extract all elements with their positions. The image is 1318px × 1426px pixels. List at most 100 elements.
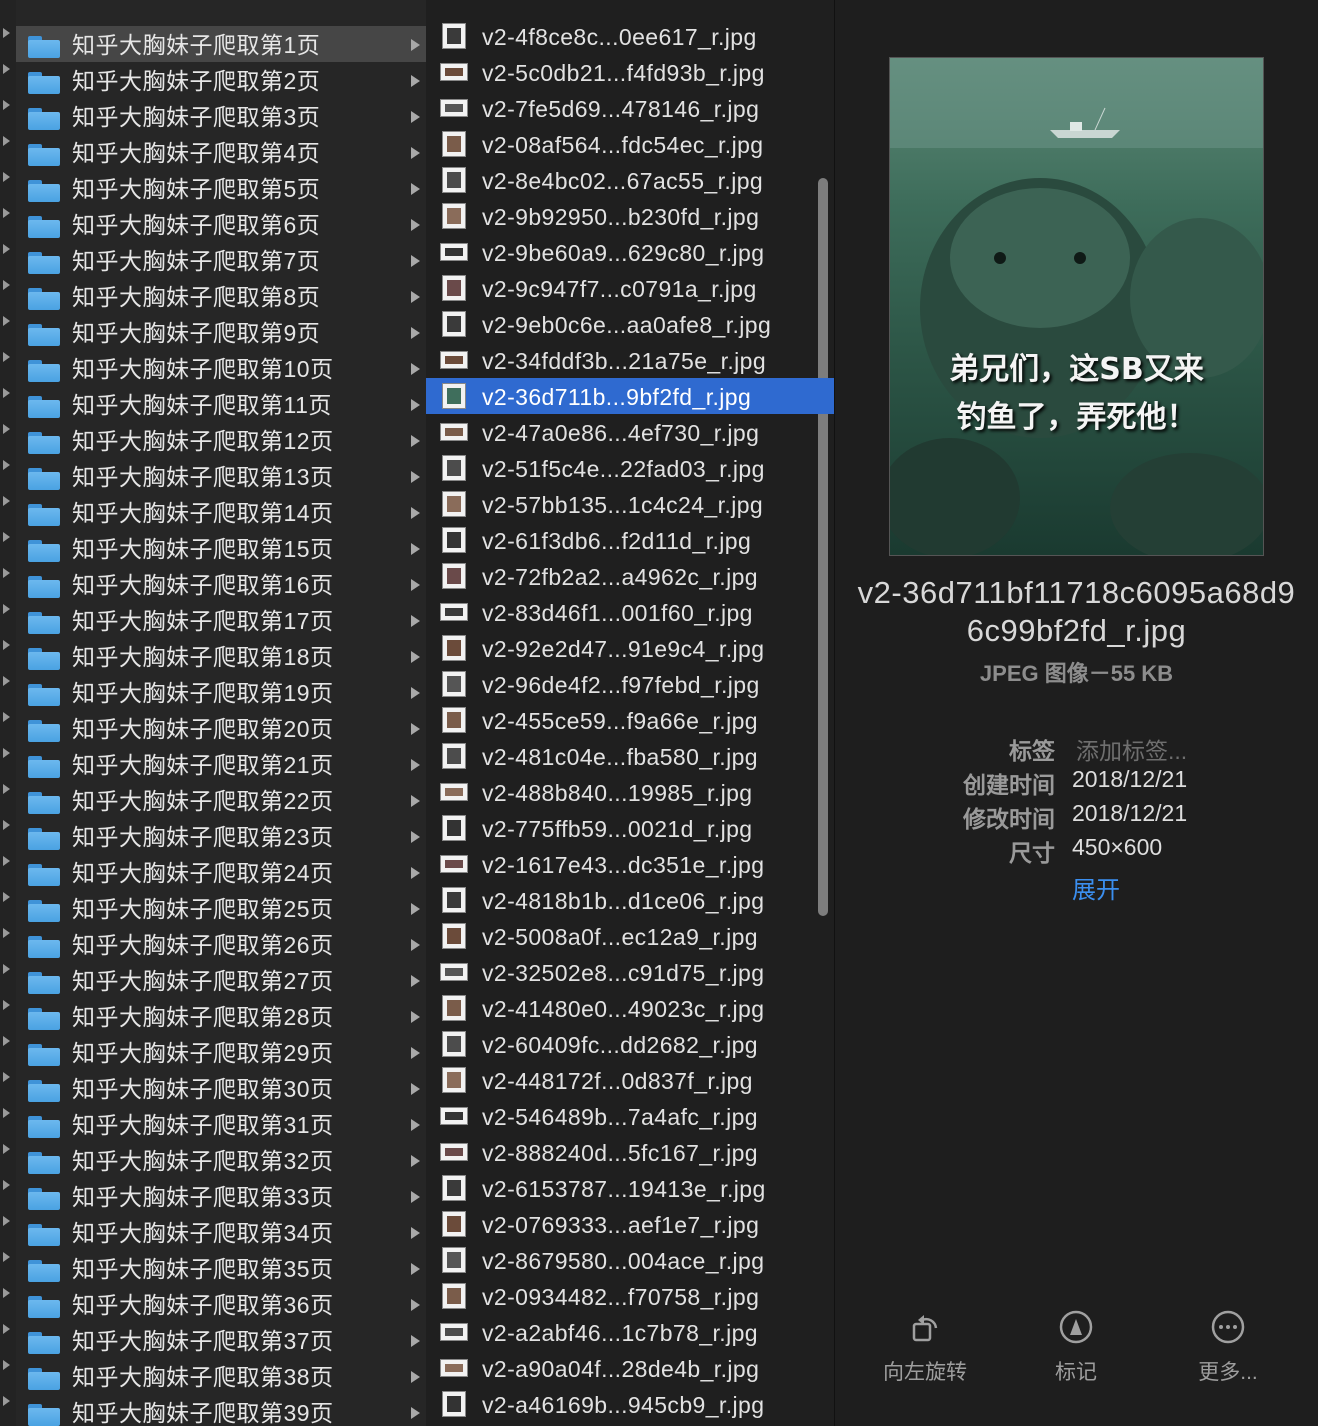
parent-disclosure-arrow[interactable] <box>3 1360 10 1370</box>
folder-row[interactable]: 知乎大胸妹子爬取第24页 <box>16 854 426 890</box>
tags-field[interactable]: 添加标签... <box>1076 732 1187 766</box>
folder-row[interactable]: 知乎大胸妹子爬取第13页 <box>16 458 426 494</box>
parent-disclosure-arrow[interactable] <box>3 532 10 542</box>
folder-row[interactable]: 知乎大胸妹子爬取第36页 <box>16 1286 426 1322</box>
file-row[interactable]: v2-9eb0c6e...aa0afe8_r.jpg <box>426 306 818 342</box>
parent-disclosure-arrow[interactable] <box>3 496 10 506</box>
file-row[interactable]: v2-0934482...f70758_r.jpg <box>426 1278 818 1314</box>
file-row[interactable]: v2-9b92950...b230fd_r.jpg <box>426 198 818 234</box>
folder-row[interactable]: 知乎大胸妹子爬取第23页 <box>16 818 426 854</box>
folder-row[interactable]: 知乎大胸妹子爬取第19页 <box>16 674 426 710</box>
image-preview[interactable]: 弟兄们，这SB又来 钓鱼了，弄死他！ <box>889 57 1264 556</box>
folder-row[interactable]: 知乎大胸妹子爬取第22页 <box>16 782 426 818</box>
folder-row[interactable]: 知乎大胸妹子爬取第25页 <box>16 890 426 926</box>
parent-disclosure-arrow[interactable] <box>3 100 10 110</box>
file-row[interactable]: v2-08af564...fdc54ec_r.jpg <box>426 126 818 162</box>
file-row[interactable]: v2-41480e0...49023c_r.jpg <box>426 990 818 1026</box>
file-row[interactable]: v2-a90a04f...28de4b_r.jpg <box>426 1350 818 1386</box>
file-row[interactable]: v2-8679580...004ace_r.jpg <box>426 1242 818 1278</box>
parent-disclosure-arrow[interactable] <box>3 604 10 614</box>
parent-disclosure-arrow[interactable] <box>3 1252 10 1262</box>
parent-disclosure-arrow[interactable] <box>3 928 10 938</box>
parent-disclosure-arrow[interactable] <box>3 64 10 74</box>
expand-link[interactable]: 展开 <box>1072 870 1120 905</box>
folder-row[interactable]: 知乎大胸妹子爬取第34页 <box>16 1214 426 1250</box>
parent-disclosure-arrow[interactable] <box>3 424 10 434</box>
folder-row[interactable]: 知乎大胸妹子爬取第10页 <box>16 350 426 386</box>
file-row[interactable]: v2-5008a0f...ec12a9_r.jpg <box>426 918 818 954</box>
parent-disclosure-arrow[interactable] <box>3 784 10 794</box>
folder-row[interactable]: 知乎大胸妹子爬取第33页 <box>16 1178 426 1214</box>
folder-row[interactable]: 知乎大胸妹子爬取第5页 <box>16 170 426 206</box>
parent-disclosure-arrow[interactable] <box>3 712 10 722</box>
file-row[interactable]: v2-83d46f1...001f60_r.jpg <box>426 594 818 630</box>
parent-disclosure-arrow[interactable] <box>3 856 10 866</box>
folder-row[interactable]: 知乎大胸妹子爬取第28页 <box>16 998 426 1034</box>
folder-column[interactable]: 知乎大胸妹子爬取第1页 知乎大胸妹子爬取第2页 知乎大胸妹子爬取第3页 知乎大胸妹子爬… <box>16 0 427 1426</box>
rotate-left-button[interactable]: 向左旋转 <box>865 1310 985 1386</box>
folder-row[interactable]: 知乎大胸妹子爬取第11页 <box>16 386 426 422</box>
folder-row[interactable]: 知乎大胸妹子爬取第3页 <box>16 98 426 134</box>
file-row[interactable]: v2-6153787...19413e_r.jpg <box>426 1170 818 1206</box>
parent-disclosure-arrow[interactable] <box>3 388 10 398</box>
parent-disclosure-arrow[interactable] <box>3 568 10 578</box>
parent-disclosure-arrow[interactable] <box>3 172 10 182</box>
file-row[interactable]: v2-61f3db6...f2d11d_r.jpg <box>426 522 818 558</box>
folder-row[interactable]: 知乎大胸妹子爬取第4页 <box>16 134 426 170</box>
parent-disclosure-arrow[interactable] <box>3 1072 10 1082</box>
parent-disclosure-arrow[interactable] <box>3 1288 10 1298</box>
file-row[interactable]: v2-60409fc...dd2682_r.jpg <box>426 1026 818 1062</box>
parent-disclosure-arrow[interactable] <box>3 964 10 974</box>
parent-disclosure-arrow[interactable] <box>3 1036 10 1046</box>
folder-row[interactable]: 知乎大胸妹子爬取第18页 <box>16 638 426 674</box>
folder-row[interactable]: 知乎大胸妹子爬取第20页 <box>16 710 426 746</box>
folder-row[interactable]: 知乎大胸妹子爬取第38页 <box>16 1358 426 1394</box>
file-row[interactable]: v2-888240d...5fc167_r.jpg <box>426 1134 818 1170</box>
folder-row[interactable]: 知乎大胸妹子爬取第12页 <box>16 422 426 458</box>
folder-row[interactable]: 知乎大胸妹子爬取第14页 <box>16 494 426 530</box>
parent-disclosure-arrow[interactable] <box>3 892 10 902</box>
parent-disclosure-arrow[interactable] <box>3 208 10 218</box>
folder-row[interactable]: 知乎大胸妹子爬取第8页 <box>16 278 426 314</box>
file-column[interactable]: v2-4f8ce8c...0ee617_r.jpg v2-5c0db21...f4… <box>426 0 835 1426</box>
parent-disclosure-arrow[interactable] <box>3 460 10 470</box>
parent-disclosure-arrow[interactable] <box>3 1144 10 1154</box>
folder-row[interactable]: 知乎大胸妹子爬取第17页 <box>16 602 426 638</box>
folder-row[interactable]: 知乎大胸妹子爬取第39页 <box>16 1394 426 1426</box>
folder-row[interactable]: 知乎大胸妹子爬取第35页 <box>16 1250 426 1286</box>
file-row[interactable]: v2-a2abf46...1c7b78_r.jpg <box>426 1314 818 1350</box>
parent-disclosure-arrow[interactable] <box>3 1108 10 1118</box>
file-row[interactable]: v2-455ce59...f9a66e_r.jpg <box>426 702 818 738</box>
folder-row[interactable]: 知乎大胸妹子爬取第30页 <box>16 1070 426 1106</box>
file-row[interactable]: v2-96de4f2...f97febd_r.jpg <box>426 666 818 702</box>
parent-disclosure-arrow[interactable] <box>3 820 10 830</box>
file-row[interactable]: v2-5c0db21...f4fd93b_r.jpg <box>426 54 818 90</box>
folder-row[interactable]: 知乎大胸妹子爬取第15页 <box>16 530 426 566</box>
file-row[interactable]: v2-488b840...19985_r.jpg <box>426 774 818 810</box>
parent-disclosure-arrow[interactable] <box>3 280 10 290</box>
file-row[interactable]: v2-0769333...aef1e7_r.jpg <box>426 1206 818 1242</box>
file-row[interactable]: v2-7fe5d69...478146_r.jpg <box>426 90 818 126</box>
folder-row[interactable]: 知乎大胸妹子爬取第31页 <box>16 1106 426 1142</box>
file-row[interactable]: v2-a46169b...945cb9_r.jpg <box>426 1386 818 1422</box>
file-row[interactable]: v2-32502e8...c91d75_r.jpg <box>426 954 818 990</box>
parent-disclosure-arrow[interactable] <box>3 1396 10 1406</box>
file-row[interactable]: v2-9c947f7...c0791a_r.jpg <box>426 270 818 306</box>
folder-row[interactable]: 知乎大胸妹子爬取第37页 <box>16 1322 426 1358</box>
file-row[interactable]: v2-36d711b...9bf2fd_r.jpg <box>426 378 834 414</box>
file-row[interactable]: v2-775ffb59...0021d_r.jpg <box>426 810 818 846</box>
parent-disclosure-arrow[interactable] <box>3 748 10 758</box>
parent-disclosure-arrow[interactable] <box>3 28 10 38</box>
file-row[interactable]: v2-9be60a9...629c80_r.jpg <box>426 234 818 270</box>
parent-disclosure-arrow[interactable] <box>3 352 10 362</box>
file-row[interactable]: v2-57bb135...1c4c24_r.jpg <box>426 486 818 522</box>
folder-row[interactable]: 知乎大胸妹子爬取第29页 <box>16 1034 426 1070</box>
parent-disclosure-arrow[interactable] <box>3 676 10 686</box>
markup-button[interactable]: 标记 <box>1016 1310 1136 1386</box>
file-row[interactable]: v2-4818b1b...d1ce06_r.jpg <box>426 882 818 918</box>
file-row[interactable]: v2-4f8ce8c...0ee617_r.jpg <box>426 18 818 54</box>
parent-disclosure-arrow[interactable] <box>3 1324 10 1334</box>
parent-disclosure-arrow[interactable] <box>3 316 10 326</box>
file-row[interactable]: v2-8e4bc02...67ac55_r.jpg <box>426 162 818 198</box>
parent-disclosure-arrow[interactable] <box>3 640 10 650</box>
